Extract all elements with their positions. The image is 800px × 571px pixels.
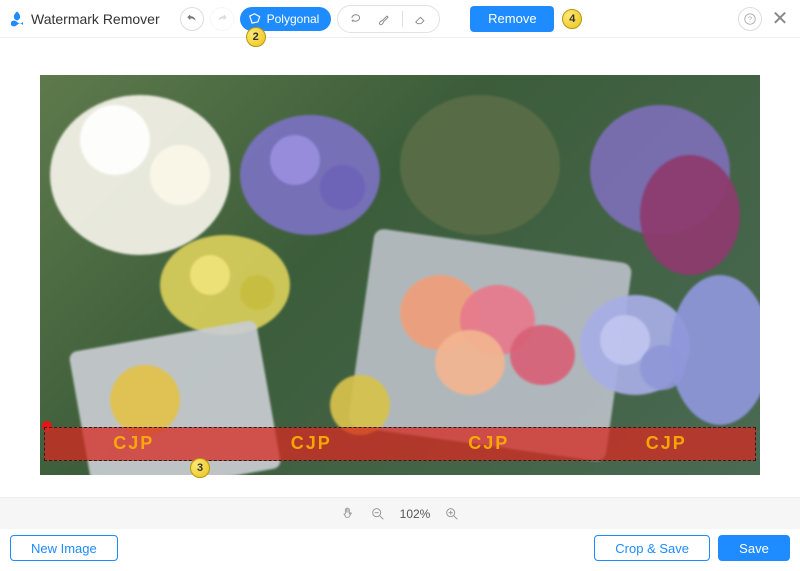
app-title: Watermark Remover	[31, 11, 160, 27]
callout-2: 2	[246, 27, 266, 47]
zoom-value: 102%	[400, 507, 431, 521]
callout-3: 3	[190, 458, 210, 478]
watermark-text: CJP	[291, 433, 332, 454]
zoom-out-icon	[370, 506, 386, 522]
callout-4: 4	[562, 9, 582, 29]
svg-text:?: ?	[748, 16, 752, 23]
zoom-out-button[interactable]	[370, 506, 386, 522]
eraser-icon	[414, 12, 428, 26]
save-button[interactable]: Save	[718, 535, 790, 561]
redo-icon	[215, 12, 229, 26]
polygonal-tool-label: Polygonal	[267, 12, 320, 26]
close-button[interactable]: ✕	[768, 6, 792, 31]
watermark-text: CJP	[113, 433, 154, 454]
zoom-in-icon	[444, 506, 460, 522]
lasso-icon	[349, 12, 363, 26]
hand-icon	[340, 506, 356, 522]
separator	[402, 11, 403, 27]
brush-tool-button[interactable]	[372, 7, 396, 31]
wave-icon	[8, 10, 26, 28]
lasso-tool-button[interactable]	[344, 7, 368, 31]
app-logo: Watermark Remover	[8, 10, 160, 28]
eraser-tool-button[interactable]	[409, 7, 433, 31]
zoom-bar: 102%	[0, 497, 800, 529]
redo-button[interactable]	[210, 7, 234, 31]
image-canvas[interactable]: CJP CJP CJP CJP	[40, 75, 760, 475]
canvas-area: CJP CJP CJP CJP 3	[0, 38, 800, 491]
top-toolbar: Watermark Remover Polygonal 2 Remove 4 ?…	[0, 0, 800, 38]
remove-wrap: Remove 4	[470, 6, 554, 32]
watermark-text: CJP	[646, 433, 687, 454]
zoom-in-button[interactable]	[444, 506, 460, 522]
brush-icon	[377, 12, 391, 26]
polygonal-tool-button[interactable]: Polygonal 2	[240, 7, 332, 31]
new-image-button[interactable]: New Image	[10, 535, 118, 561]
watermark-text: CJP	[468, 433, 509, 454]
help-button[interactable]: ?	[738, 7, 762, 31]
crop-save-button[interactable]: Crop & Save	[594, 535, 710, 561]
help-icon: ?	[743, 12, 757, 26]
bottom-bar: New Image Crop & Save Save	[0, 531, 800, 565]
polygon-icon	[248, 12, 262, 26]
remove-button[interactable]: Remove	[470, 6, 554, 32]
tool-group	[337, 5, 440, 33]
undo-button[interactable]	[180, 7, 204, 31]
undo-icon	[185, 12, 199, 26]
fit-button[interactable]	[340, 506, 356, 522]
watermark-selection[interactable]: CJP CJP CJP CJP	[44, 427, 756, 461]
